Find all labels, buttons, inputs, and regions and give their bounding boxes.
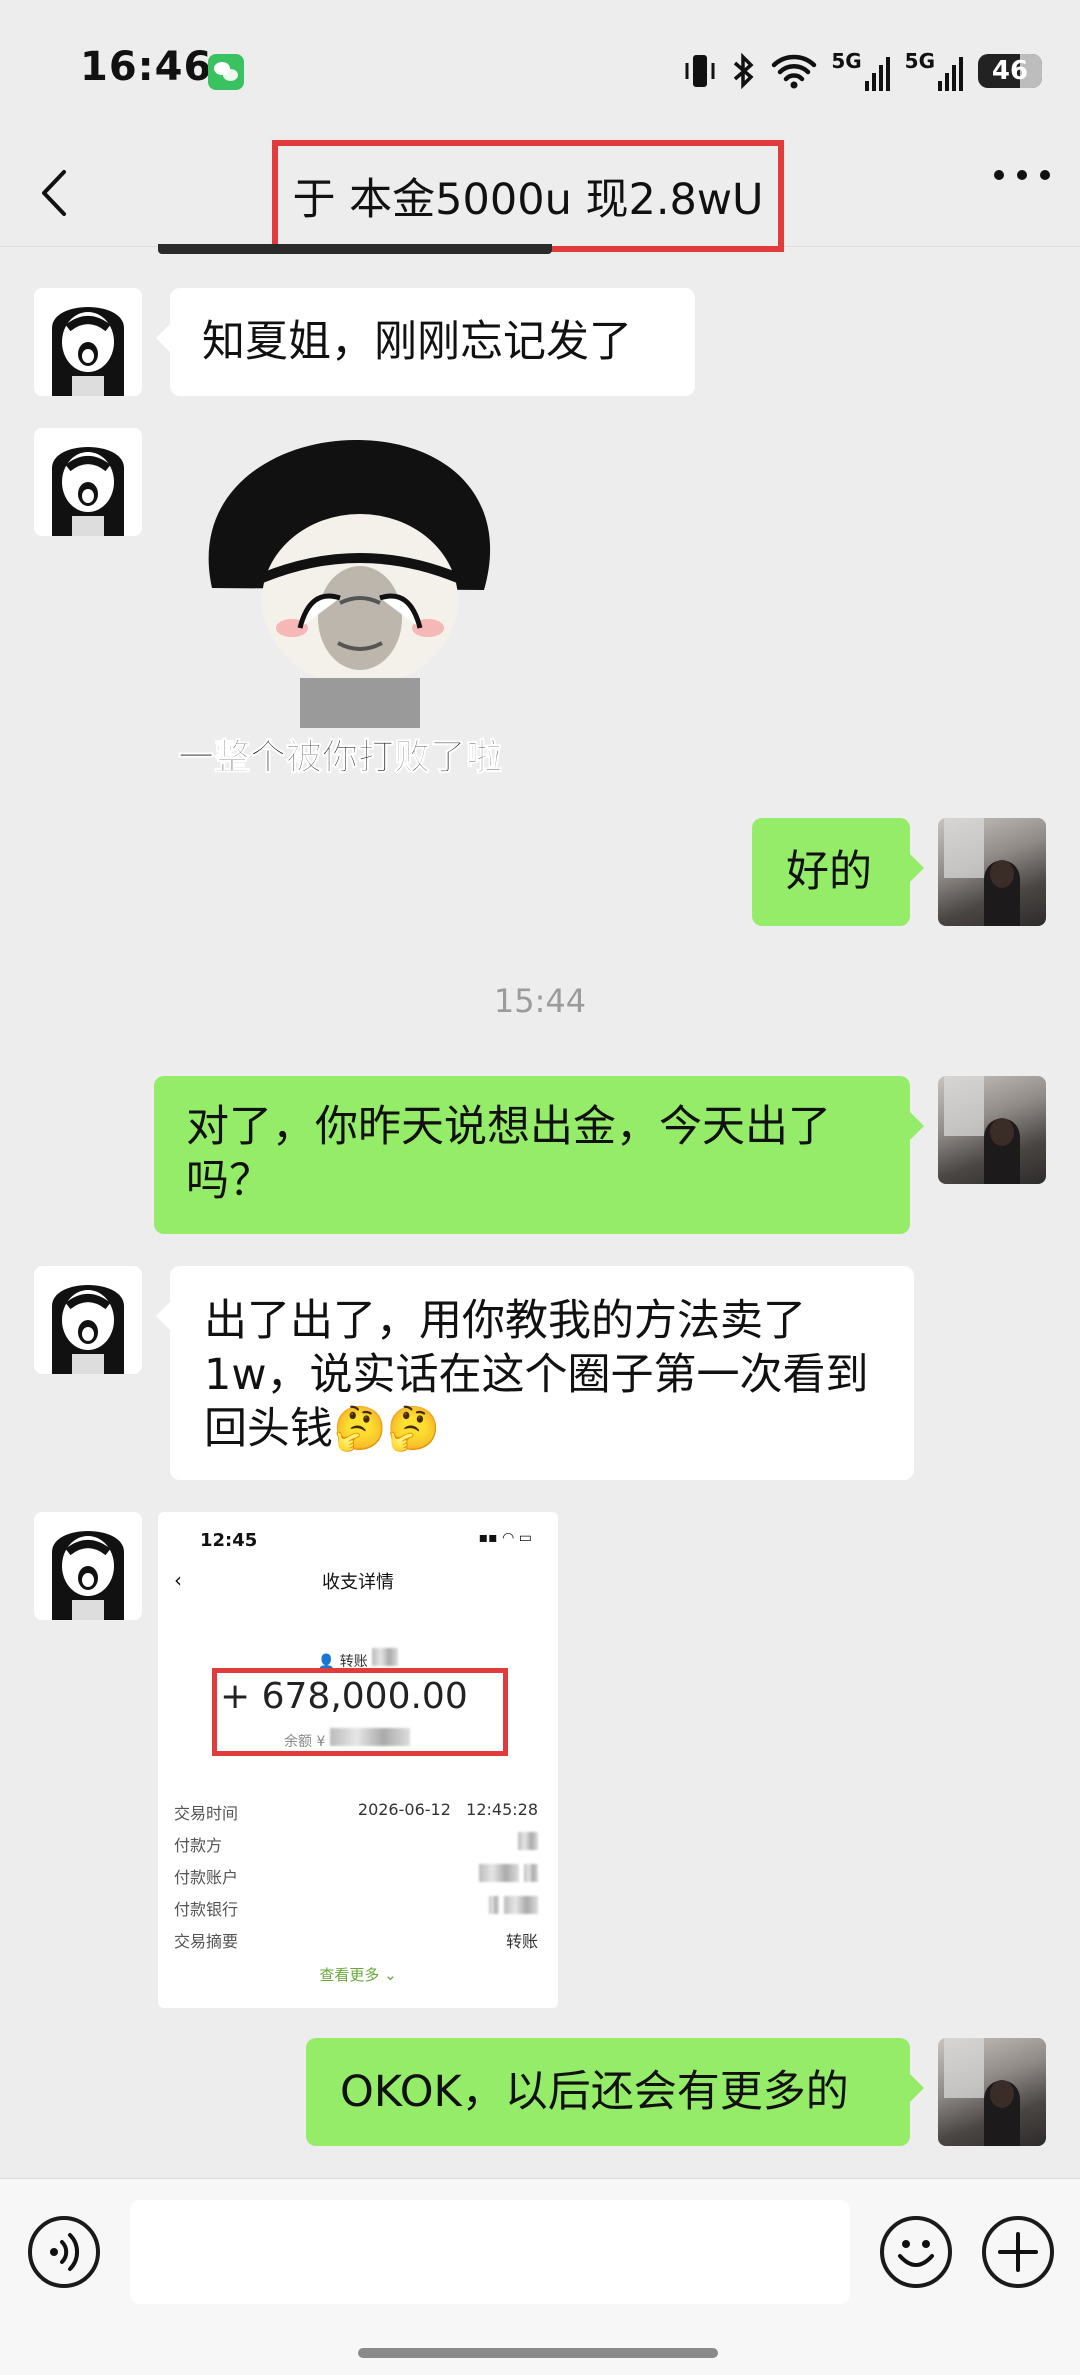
timestamp: 15:44 xyxy=(493,982,587,1020)
more-options-icon[interactable] xyxy=(994,170,1050,184)
network-label: 5G xyxy=(831,49,862,73)
cellular-2: 5G xyxy=(905,51,964,91)
voice-icon xyxy=(50,2233,80,2271)
message-text: OKOK，以后还会有更多的 xyxy=(340,2067,849,2117)
message-text: 知夏姐，刚刚忘记发了 xyxy=(202,317,632,367)
receipt-screenshot-image[interactable]: 12:45 ▪▪ ◠ ▭ ‹ 收支详情 👤 转账 + 678,000.00 余额… xyxy=(158,1512,558,2008)
row-label: 付款方 xyxy=(174,1836,223,1855)
wifi-icon xyxy=(772,54,817,89)
message-text: 好的 xyxy=(786,847,872,897)
status-icons: 5G 5G 46 xyxy=(683,48,1042,94)
receipt-amount: + 678,000.00 xyxy=(220,1676,468,1717)
contact-avatar[interactable] xyxy=(34,1512,142,1620)
sticker-message[interactable]: 一整个被你打败了啦 xyxy=(170,428,550,788)
message-bubble[interactable]: 好的 xyxy=(752,818,924,926)
row-label: 付款银行 xyxy=(174,1900,239,1919)
message-bubble[interactable]: 出了出了，用你教我的方法卖了1w，说实话在这个圈子第一次看到回头钱🤔🤔 xyxy=(156,1266,914,1480)
vibrate-icon xyxy=(685,55,715,87)
receipt-row: 交易时间 2026-06-12 12:45:28 xyxy=(174,1800,538,1824)
signal-icon xyxy=(938,57,963,91)
row-value: 2026-06-12 12:45:28 xyxy=(357,1800,538,1819)
receipt-more-link: 查看更多 ⌄ xyxy=(319,1966,397,1984)
header-overlay-strip xyxy=(158,244,552,254)
row-value: 转账 xyxy=(505,1932,538,1951)
plus-icon xyxy=(998,2232,1038,2272)
more-label: 查看更多 xyxy=(319,1966,380,1984)
message-text: 出了出了，用你教我的方法卖了1w，说实话在这个圈子第一次看到回头钱🤔🤔 xyxy=(204,1296,869,1454)
self-avatar[interactable] xyxy=(938,2038,1046,2146)
contact-avatar[interactable] xyxy=(34,1266,142,1374)
self-avatar[interactable] xyxy=(938,1076,1046,1184)
contact-avatar[interactable] xyxy=(34,288,142,396)
balance-label: 余额 ¥ xyxy=(284,1734,326,1750)
back-arrow-icon[interactable] xyxy=(34,168,74,218)
message-bubble[interactable]: 对了，你昨天说想出金，今天出了吗？ xyxy=(154,1076,924,1234)
voice-input-button[interactable] xyxy=(28,2216,100,2288)
receipt-time: 12:45 xyxy=(200,1530,258,1551)
sticker-caption: 一整个被你打败了啦 xyxy=(177,737,503,779)
message-text: 对了，你昨天说想出金，今天出了吗？ xyxy=(186,1102,831,1206)
receipt-row: 交易摘要 转账 xyxy=(174,1928,538,1952)
status-time: 16:46 xyxy=(80,44,213,90)
receipt-status-icons: ▪▪ ◠ ▭ xyxy=(478,1530,532,1546)
bluetooth-icon xyxy=(734,52,754,90)
chat-title: 于 本金5000u 现2.8wU xyxy=(272,140,784,252)
battery-level: 46 xyxy=(991,56,1029,86)
crying-mushroom-head-sticker xyxy=(208,439,491,728)
row-label: 交易时间 xyxy=(174,1804,239,1823)
network-label: 5G xyxy=(904,49,935,73)
emoji-icon xyxy=(898,2240,934,2267)
row-label: 付款账户 xyxy=(174,1868,239,1887)
receipt-title: 收支详情 xyxy=(322,1572,394,1593)
message-bubble[interactable]: OKOK，以后还会有更多的 xyxy=(306,2038,924,2146)
row-label: 交易摘要 xyxy=(174,1932,239,1951)
signal-icon xyxy=(864,57,890,91)
message-input[interactable] xyxy=(130,2200,850,2304)
wechat-notification-icon xyxy=(208,54,244,90)
self-avatar[interactable] xyxy=(938,818,1046,926)
receipt-row: 付款方 xyxy=(174,1832,538,1856)
emoji-button[interactable] xyxy=(880,2216,952,2288)
cellular-1: 5G xyxy=(831,51,890,91)
receipt-row: 付款银行 xyxy=(174,1896,538,1920)
receipt-row: 付款账户 xyxy=(174,1864,538,1888)
battery-indicator: 46 xyxy=(978,54,1042,88)
home-indicator[interactable] xyxy=(358,2348,718,2358)
more-functions-button[interactable] xyxy=(982,2216,1054,2288)
message-bubble[interactable]: 知夏姐，刚刚忘记发了 xyxy=(156,288,695,396)
status-bar: 16:46 5G 5G 46 xyxy=(0,0,1080,140)
contact-avatar[interactable] xyxy=(34,428,142,536)
receipt-balance: 余额 ¥ xyxy=(284,1728,410,1751)
